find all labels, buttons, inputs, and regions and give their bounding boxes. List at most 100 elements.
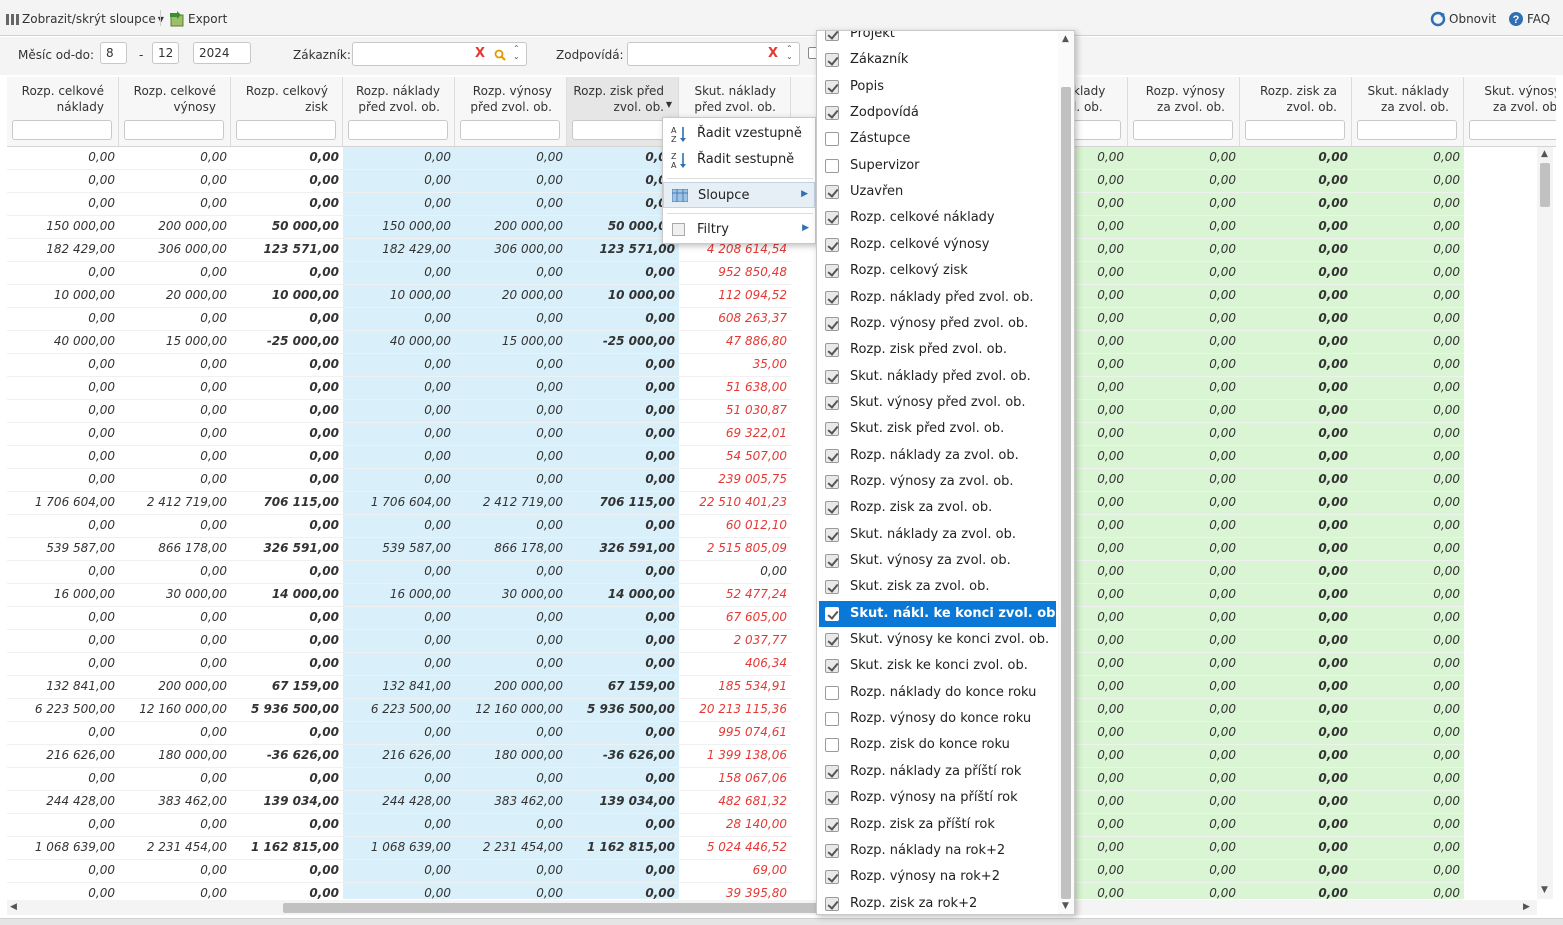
menu-scroll-thumb[interactable] xyxy=(1061,87,1071,899)
column-menu-icon[interactable]: ▼ xyxy=(662,87,676,121)
checkbox-icon[interactable] xyxy=(825,791,839,806)
table-row[interactable]: 0,00 0,00 0,00 0,00 0,00 0,00 608 263,37 0,00 0,… xyxy=(7,308,1537,331)
column-toggle-item[interactable]: Popis xyxy=(819,74,1056,100)
column-toggle-item[interactable]: Rozp. výnosy za zvol. ob. xyxy=(819,469,1056,495)
column-toggle-item[interactable]: Rozp. celkové výnosy xyxy=(819,232,1056,258)
table-row[interactable]: 0,00 0,00 0,00 0,00 0,00 0,00 35,00 0,00 0,00 0,0… xyxy=(7,354,1537,377)
column-filter-input[interactable] xyxy=(124,120,224,140)
table-row[interactable]: 1 706 604,00 2 412 719,00 706 115,00 1 706 … xyxy=(7,492,1537,515)
column-toggle-item[interactable]: Skut. zisk za zvol. ob. xyxy=(819,574,1056,600)
month-to-input[interactable]: 12 xyxy=(152,42,179,64)
column-toggle-item[interactable]: Rozp. zisk za zvol. ob. xyxy=(819,495,1056,521)
column-toggle-item[interactable]: Rozp. výnosy na příští rok xyxy=(819,785,1056,811)
column-toggle-item[interactable]: Skut. výnosy ke konci zvol. ob. xyxy=(819,627,1056,653)
column-header[interactable]: Skut. výnosy za zvol. ob. xyxy=(1464,77,1556,146)
scroll-up-icon[interactable]: ▲ xyxy=(1541,149,1548,159)
table-row[interactable]: 10 000,00 20 000,00 10 000,00 10 000,00 20 0… xyxy=(7,285,1537,308)
checkbox-icon[interactable] xyxy=(825,343,839,358)
column-header[interactable]: Rozp. celkové náklady xyxy=(7,77,119,146)
column-toggle-item[interactable]: Zákazník xyxy=(819,47,1056,73)
checkbox-icon[interactable] xyxy=(825,764,839,779)
column-header[interactable]: Rozp. celkové výnosy xyxy=(119,77,231,146)
checkbox-icon[interactable] xyxy=(825,896,839,911)
column-toggle-item[interactable]: Supervizor xyxy=(819,153,1056,179)
column-filter-input[interactable] xyxy=(1133,120,1233,140)
column-filter-input[interactable] xyxy=(12,120,112,140)
table-row[interactable]: 0,00 0,00 0,00 0,00 0,00 0,00 158 067,06 0,00 0,… xyxy=(7,768,1537,791)
table-row[interactable]: 0,00 0,00 0,00 0,00 0,00 0,00 69 322,01 0,00 0,0… xyxy=(7,423,1537,446)
checkbox-icon[interactable] xyxy=(825,422,839,437)
checkbox-icon[interactable] xyxy=(825,843,839,858)
checkbox-icon[interactable] xyxy=(825,158,839,173)
sort-descending-item[interactable]: ZA Řadit sestupně xyxy=(663,147,815,173)
table-row[interactable]: 0,00 0,00 0,00 0,00 0,00 0,00 406,34 0,00 0,00 0,… xyxy=(7,653,1537,676)
table-row[interactable]: 0,00 0,00 0,00 0,00 0,00 0,00 39 395,80 0,00 0,0… xyxy=(7,883,1537,899)
checkbox-icon[interactable] xyxy=(825,132,839,147)
column-header[interactable]: Rozp. výnosy za zvol. ob. xyxy=(1128,77,1240,146)
columns-toggle-button[interactable]: Zobrazit/skrýt sloupce ▼ xyxy=(6,9,164,29)
checkbox-icon[interactable] xyxy=(825,580,839,595)
table-row[interactable]: 0,00 0,00 0,00 0,00 0,00 0,00 54 507,00 0,00 0,0… xyxy=(7,446,1537,469)
column-filter-input[interactable] xyxy=(1357,120,1457,140)
table-row[interactable]: 132 841,00 200 000,00 67 159,00 132 841,00 2… xyxy=(7,676,1537,699)
column-filter-input[interactable] xyxy=(1245,120,1345,140)
column-toggle-item[interactable]: Skut. výnosy před zvol. ob. xyxy=(819,390,1056,416)
scroll-left-icon[interactable]: ◀ xyxy=(10,902,17,912)
checkbox-icon[interactable] xyxy=(825,685,839,700)
scroll-right-icon[interactable]: ▶ xyxy=(1523,902,1530,912)
table-row[interactable]: 1 068 639,00 2 231 454,00 1 162 815,00 1 06… xyxy=(7,837,1537,860)
checkbox-icon[interactable] xyxy=(825,817,839,832)
column-toggle-item[interactable]: Skut. náklady za zvol. ob. xyxy=(819,522,1056,548)
table-row[interactable]: 0,00 0,00 0,00 0,00 0,00 0,00 60 012,10 0,00 0,0… xyxy=(7,515,1537,538)
column-header[interactable]: Rozp. celkový zisk xyxy=(231,77,343,146)
search-icon[interactable] xyxy=(494,49,506,61)
column-toggle-item[interactable]: Uzavřen xyxy=(819,179,1056,205)
horizontal-scroll-thumb[interactable] xyxy=(283,903,823,913)
column-toggle-item[interactable]: Skut. zisk ke konci zvol. ob. xyxy=(819,653,1056,679)
column-header[interactable]: Skut. náklady za zvol. ob. xyxy=(1352,77,1464,146)
column-toggle-item[interactable]: Skut. nákl. ke konci zvol. ob. xyxy=(819,600,1060,627)
column-toggle-item[interactable]: Rozp. výnosy před zvol. ob. xyxy=(819,311,1056,337)
checkbox-icon[interactable] xyxy=(825,290,839,305)
column-toggle-item[interactable]: Rozp. zisk za rok+2 xyxy=(819,891,1056,914)
year-input[interactable]: 2024 xyxy=(193,42,251,64)
table-row[interactable]: 0,00 0,00 0,00 0,00 0,00 0,00 67 605,00 0,00 0,0… xyxy=(7,607,1537,630)
column-filter-input[interactable] xyxy=(236,120,336,140)
table-row[interactable]: 539 587,00 866 178,00 326 591,00 539 587,00… xyxy=(7,538,1537,561)
column-filter-input[interactable] xyxy=(348,120,448,140)
checkbox-icon[interactable] xyxy=(825,31,839,41)
table-row[interactable]: 0,00 0,00 0,00 0,00 0,00 0,00 28 140,00 0,00 0,0… xyxy=(7,814,1537,837)
checkbox-icon[interactable] xyxy=(825,211,839,226)
checkbox-icon[interactable] xyxy=(825,501,839,516)
scroll-up-icon[interactable]: ▲ xyxy=(1062,34,1069,44)
month-from-input[interactable]: 8 xyxy=(100,42,127,64)
table-row[interactable]: 40 000,00 15 000,00 -25 000,00 40 000,00 15 … xyxy=(7,331,1537,354)
column-toggle-item[interactable]: Rozp. náklady na rok+2 xyxy=(819,838,1056,864)
table-row[interactable]: 0,00 0,00 0,00 0,00 0,00 0,00 995 074,61 0,00 0,… xyxy=(7,722,1537,745)
table-row[interactable]: 244 428,00 383 462,00 139 034,00 244 428,00… xyxy=(7,791,1537,814)
filters-submenu-item[interactable]: Filtry ▶ xyxy=(663,217,815,243)
column-header[interactable]: Rozp. výnosy před zvol. ob. xyxy=(455,77,567,146)
table-row[interactable]: 0,00 0,00 0,00 0,00 0,00 0,00 2 037,77 0,00 0,00… xyxy=(7,630,1537,653)
checkbox-icon[interactable] xyxy=(825,633,839,648)
checkbox-icon[interactable] xyxy=(825,237,839,252)
checkbox-icon[interactable] xyxy=(825,659,839,674)
faq-button[interactable]: ? FAQ xyxy=(1508,9,1550,29)
clear-icon[interactable]: X xyxy=(768,46,778,61)
column-header[interactable]: Rozp. náklady před zvol. ob. xyxy=(343,77,455,146)
spinner-icon[interactable]: ⌃ ⌄ xyxy=(513,45,520,61)
table-row[interactable]: 0,00 0,00 0,00 0,00 0,00 0,00 0,00 0,00 0,00 0,00… xyxy=(7,561,1537,584)
checkbox-icon[interactable] xyxy=(825,448,839,463)
column-filter-input[interactable] xyxy=(1469,120,1556,140)
column-toggle-item[interactable]: Rozp. náklady za příští rok xyxy=(819,759,1056,785)
column-header[interactable]: Rozp. zisk za zvol. ob. xyxy=(1240,77,1352,146)
checkbox-icon[interactable] xyxy=(825,474,839,489)
checkbox-icon[interactable] xyxy=(825,316,839,331)
menu-scrollbar[interactable]: ▲ ▼ xyxy=(1058,31,1074,914)
responsible-combo[interactable]: X ⌃ ⌄ xyxy=(627,42,800,66)
vertical-scroll-thumb[interactable] xyxy=(1540,163,1550,207)
column-toggle-item[interactable]: Skut. zisk před zvol. ob. xyxy=(819,416,1056,442)
clear-icon[interactable]: X xyxy=(475,46,485,61)
column-toggle-item[interactable]: Skut. náklady před zvol. ob. xyxy=(819,364,1056,390)
horizontal-scrollbar[interactable]: ◀ ▶ xyxy=(7,900,1537,915)
